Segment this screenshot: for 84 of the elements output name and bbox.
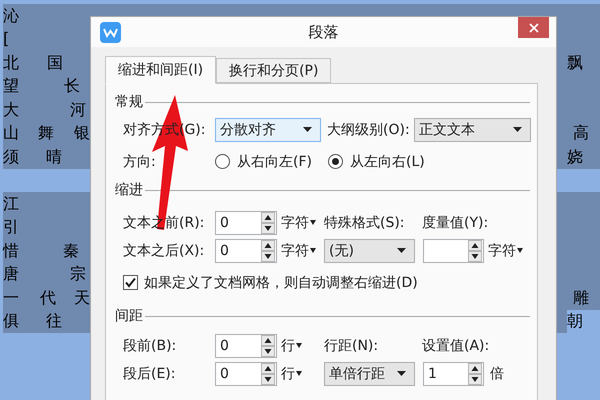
document-text: 娆 (567, 148, 583, 166)
field-label: 段前(B): (123, 336, 178, 354)
document-text: 沁 (3, 6, 19, 25)
field-label: 度量值(Y): (422, 214, 488, 232)
section-heading: 缩进 (115, 181, 143, 199)
unit-menu[interactable]: 行 (281, 364, 324, 382)
document-text: 银 (74, 124, 90, 142)
dialog-title: 段落 (308, 23, 338, 41)
document-text: 朝 (567, 312, 583, 330)
caret-icon (513, 127, 522, 132)
document-text: 舞 (38, 124, 54, 142)
caret-icon (296, 343, 302, 348)
document-text: 一 (3, 288, 19, 307)
radio-button[interactable] (215, 154, 230, 169)
caret-icon (397, 371, 406, 376)
stepper-icon (261, 362, 275, 384)
document-text: 大 (3, 100, 19, 119)
caret-icon (397, 248, 406, 253)
document-text: 须 (3, 148, 19, 166)
field-label: 方向: (123, 152, 157, 170)
stepper-icon (261, 212, 275, 234)
document-text: 天 (74, 288, 90, 307)
number-field[interactable]: 0 (215, 334, 277, 358)
number-field[interactable]: 0 (215, 210, 277, 234)
radio-button[interactable] (328, 154, 343, 169)
unit-label: 倍 (490, 364, 504, 382)
document-text: 望 (3, 77, 19, 96)
document-text: 江 (3, 194, 19, 213)
stepper-icon (261, 334, 275, 356)
document-text: 惜 (3, 242, 19, 260)
radio-label: 从左向右(L) (350, 152, 425, 170)
app-logo-icon (100, 22, 121, 42)
document-text: 高 (573, 124, 589, 142)
checkbox[interactable] (123, 275, 138, 290)
tab[interactable]: 缩进和间距(I) (105, 56, 216, 84)
document-text: 国 (47, 54, 63, 72)
document-text: 宗 (70, 265, 86, 284)
document-text: 唐 (3, 265, 19, 284)
field-label: 如果定义了文档网格，则自动调整右缩进(D) (144, 274, 418, 292)
field-label: 设置值(A): (422, 336, 490, 354)
field-label: 行距(N): (324, 336, 380, 354)
number-field[interactable]: 1 (423, 362, 484, 386)
section-heading: 常规 (115, 93, 143, 111)
document-text: 北 (3, 54, 19, 72)
unit-menu[interactable]: 行 (281, 336, 324, 354)
document-text: 引 (3, 218, 19, 236)
unit-menu[interactable]: 字符 (281, 242, 324, 260)
close-icon (528, 22, 538, 32)
dropdown[interactable]: 单倍行距 (324, 362, 415, 386)
field-label: 段后(E): (123, 364, 176, 382)
document-text: 飘 (567, 54, 583, 72)
number-field[interactable]: 0 (215, 238, 277, 262)
field-label: 大纲级别(O): (327, 120, 411, 138)
section-heading: 间距 (115, 307, 143, 325)
stepper-icon (468, 240, 482, 262)
stepper-icon (468, 362, 482, 384)
number-field[interactable]: 0 (215, 362, 277, 386)
dropdown[interactable]: 正文文本 (414, 118, 531, 142)
dropdown[interactable]: (无) (324, 238, 415, 262)
close-button[interactable] (518, 17, 549, 38)
document-text: 山 (3, 124, 19, 142)
document-text: 代 (40, 288, 56, 307)
caret-icon (517, 248, 523, 253)
document-text: 往 (46, 312, 62, 330)
caret-icon (303, 127, 312, 132)
document-text: 河 (70, 100, 86, 119)
dropdown[interactable]: 分散对齐 (215, 118, 321, 142)
number-field[interactable] (423, 238, 484, 262)
stepper-icon (261, 240, 275, 262)
caret-icon (296, 371, 302, 376)
field-label: 特殊格式(S): (324, 214, 406, 232)
document-text: [ (3, 30, 10, 48)
tab[interactable]: 换行和分页(P) (216, 58, 332, 83)
unit-menu[interactable]: 字符 (281, 214, 324, 232)
document-text: 长 (64, 77, 80, 96)
caret-icon (310, 220, 316, 225)
document-text: 雕 (573, 288, 589, 307)
unit-menu[interactable]: 字符 (488, 242, 523, 260)
document-text: 俱 (3, 312, 19, 330)
radio-label: 从右向左(F) (237, 152, 312, 170)
caret-icon (310, 248, 316, 253)
document-text: 晴 (46, 148, 62, 166)
document-text: 秦 (63, 242, 79, 260)
field-label: 文本之后(X): (123, 242, 206, 260)
